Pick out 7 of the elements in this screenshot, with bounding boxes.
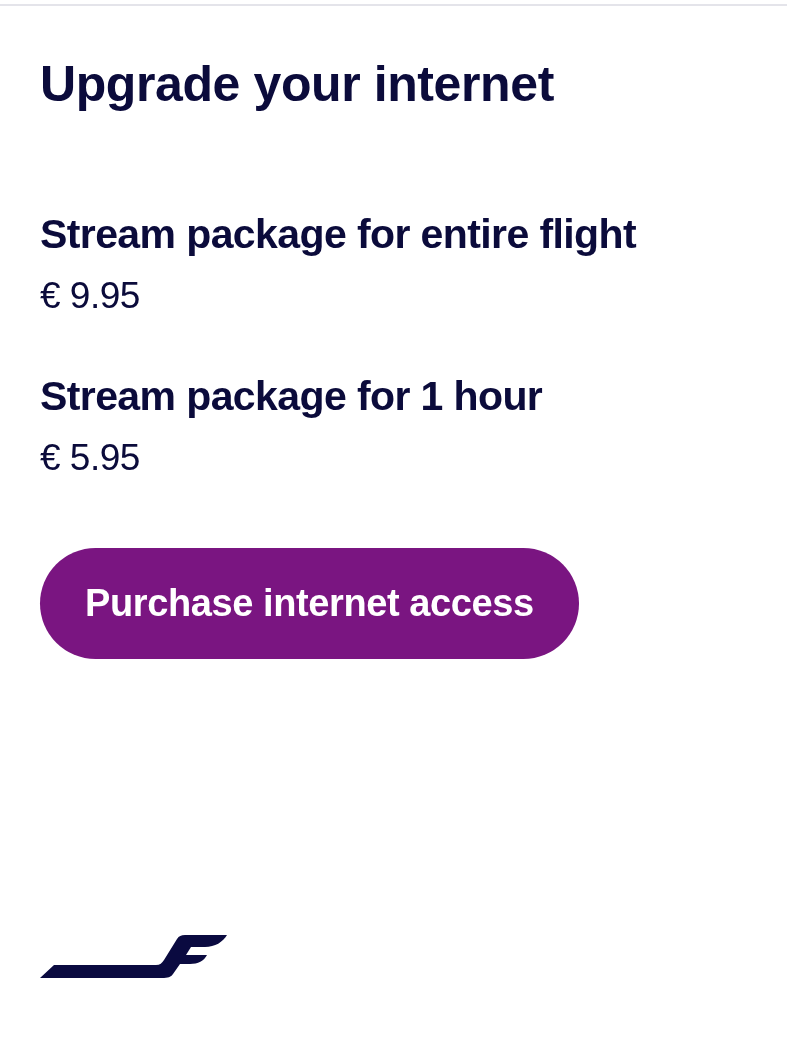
logo-icon: [40, 934, 228, 979]
package-name: Stream package for entire flight: [40, 210, 636, 258]
package-price: € 5.95: [40, 436, 141, 480]
page-title: Upgrade your internet: [40, 55, 554, 114]
package-name: Stream package for 1 hour: [40, 372, 544, 420]
package-price: € 9.95: [40, 274, 141, 318]
purchase-button[interactable]: Purchase internet access: [40, 548, 579, 659]
